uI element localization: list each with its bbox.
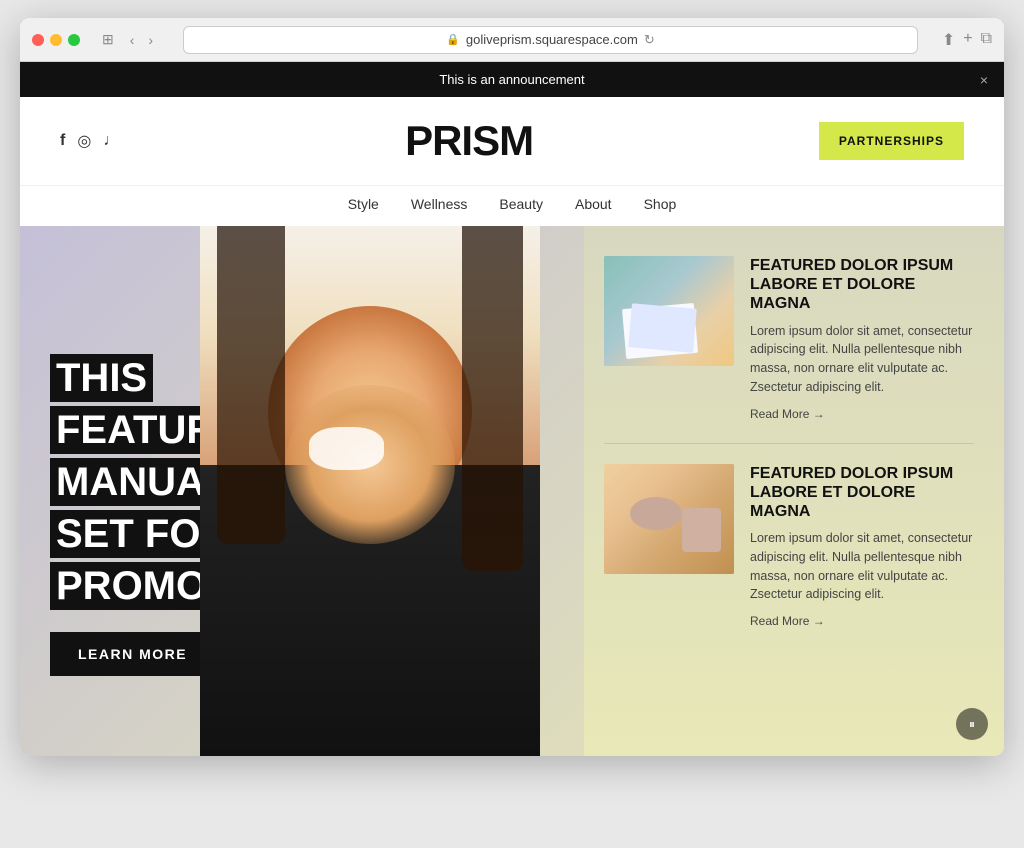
announcement-bar: This is an announcement ×	[20, 62, 1004, 97]
tiktok-icon[interactable]: ♩	[103, 132, 119, 150]
reload-icon[interactable]: ↻	[644, 32, 655, 48]
site-navigation: Style Wellness Beauty About Shop	[20, 186, 1004, 226]
browser-titlebar: ⊞ ‹ › 🔒 goliveprism.squarespace.com ↻ ⬆ …	[20, 18, 1004, 62]
site-logo: PRISM	[119, 117, 819, 165]
lock-icon: 🔒	[446, 33, 460, 46]
facebook-icon[interactable]: f	[60, 132, 65, 150]
minimize-window-button[interactable]	[50, 34, 62, 46]
url-display: goliveprism.squarespace.com	[466, 32, 638, 47]
traffic-lights	[32, 34, 80, 46]
pause-icon: ⏸	[969, 717, 975, 732]
address-bar[interactable]: 🔒 goliveprism.squarespace.com ↻	[183, 26, 918, 54]
article-thumbnail-1	[604, 256, 734, 366]
nav-item-wellness[interactable]: Wellness	[411, 196, 468, 212]
article-title-1: FEATURED DOLOR IPSUM LABORE ET DOLORE MA…	[750, 256, 974, 314]
nav-item-beauty[interactable]: Beauty	[499, 196, 543, 212]
pause-slideshow-button[interactable]: ⏸	[956, 708, 988, 740]
browser-nav-controls: ⊞ ‹ ›	[96, 29, 159, 50]
social-icons: f ◎ ♩	[60, 131, 119, 151]
article-excerpt-1: Lorem ipsum dolor sit amet, consectetur …	[750, 322, 974, 397]
article-content-2: FEATURED DOLOR IPSUM LABORE ET DOLORE MA…	[750, 464, 974, 631]
nav-item-about[interactable]: About	[575, 196, 612, 212]
browser-window: ⊞ ‹ › 🔒 goliveprism.squarespace.com ↻ ⬆ …	[20, 18, 1004, 756]
hero-featured-image	[200, 226, 540, 756]
instagram-icon[interactable]: ◎	[77, 131, 91, 151]
close-window-button[interactable]	[32, 34, 44, 46]
forward-button[interactable]: ›	[142, 30, 159, 50]
new-tab-button[interactable]: +	[963, 30, 972, 50]
share-button[interactable]: ⬆	[942, 30, 955, 50]
article-excerpt-2: Lorem ipsum dolor sit amet, consectetur …	[750, 529, 974, 604]
article-content-1: FEATURED DOLOR IPSUM LABORE ET DOLORE MA…	[750, 256, 974, 423]
back-button[interactable]: ‹	[124, 30, 141, 50]
sidebar-toggle-button[interactable]: ⊞	[96, 29, 120, 50]
nav-item-shop[interactable]: Shop	[644, 196, 677, 212]
hero-section: THIS FEATURE IS MANUALLY SET FOR PROMOTI…	[20, 226, 1004, 756]
announcement-text: This is an announcement	[439, 72, 584, 87]
partnerships-button[interactable]: PARTNERSHIPS	[819, 122, 964, 160]
hero-cta-button[interactable]: LEARN MORE	[50, 632, 215, 676]
tabs-button[interactable]: ⧉	[981, 30, 992, 50]
featured-article-2: FEATURED DOLOR IPSUM LABORE ET DOLORE MA…	[604, 464, 974, 631]
browser-action-buttons: ⬆ + ⧉	[942, 30, 992, 50]
article-divider	[604, 443, 974, 444]
read-more-link-1[interactable]: Read More →	[750, 407, 825, 421]
nav-item-style[interactable]: Style	[348, 196, 379, 212]
featured-article-1: FEATURED DOLOR IPSUM LABORE ET DOLORE MA…	[604, 256, 974, 423]
site-header: f ◎ ♩ PRISM PARTNERSHIPS	[20, 97, 1004, 186]
hero-right-panel: FEATURED DOLOR IPSUM LABORE ET DOLORE MA…	[584, 226, 1004, 756]
maximize-window-button[interactable]	[68, 34, 80, 46]
article-thumbnail-2	[604, 464, 734, 574]
article-title-2: FEATURED DOLOR IPSUM LABORE ET DOLORE MA…	[750, 464, 974, 522]
read-more-link-2[interactable]: Read More →	[750, 614, 825, 628]
announcement-close-button[interactable]: ×	[980, 72, 988, 88]
